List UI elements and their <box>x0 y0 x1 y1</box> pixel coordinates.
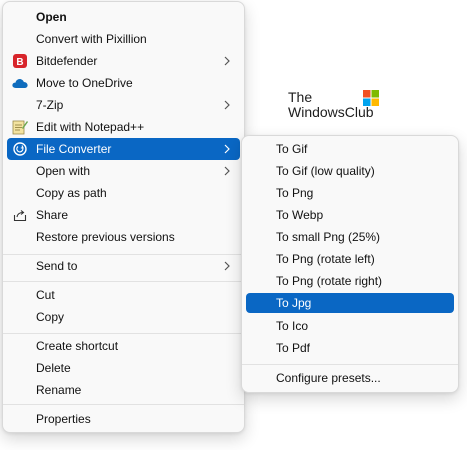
menu-separator <box>3 404 244 405</box>
windows-logo-icon <box>363 90 379 106</box>
submenu-item-label: To Pdf <box>276 341 311 355</box>
context-menu: Open Convert with Pixillion B Bitdefende… <box>2 1 245 433</box>
menu-separator <box>3 281 244 282</box>
submenu-item-label: To Webp <box>276 208 324 222</box>
menu-item-label: Convert with Pixillion <box>36 32 147 46</box>
chevron-right-icon <box>224 166 230 176</box>
menu-item-label: Open <box>36 10 67 24</box>
menu-item-restore-previous-versions[interactable]: Restore previous versions <box>7 226 240 248</box>
submenu-item-to-png-rotate-left[interactable]: To Png (rotate left) <box>246 248 454 270</box>
submenu-item-to-png[interactable]: To Png <box>246 182 454 204</box>
submenu-item-to-gif[interactable]: To Gif <box>246 138 454 160</box>
onedrive-icon <box>12 75 28 91</box>
menu-item-label: Cut <box>36 288 55 302</box>
menu-item-bitdefender[interactable]: B Bitdefender <box>7 50 240 72</box>
menu-item-label: Bitdefender <box>36 54 98 68</box>
menu-item-label: 7-Zip <box>36 98 64 112</box>
menu-separator <box>242 364 458 365</box>
svg-text:B: B <box>16 57 23 68</box>
submenu-item-label: To small Png (25%) <box>276 230 381 244</box>
menu-item-send-to[interactable]: Send to <box>7 255 240 277</box>
menu-item-label: Delete <box>36 361 71 375</box>
submenu-item-label: Configure presets... <box>276 371 381 385</box>
submenu-item-configure-presets[interactable]: Configure presets... <box>246 367 454 389</box>
submenu-item-to-gif-low-quality[interactable]: To Gif (low quality) <box>246 160 454 182</box>
submenu-item-to-png-rotate-right[interactable]: To Png (rotate right) <box>246 270 454 292</box>
menu-item-delete[interactable]: Delete <box>7 357 240 379</box>
chevron-right-icon <box>224 144 230 154</box>
chevron-right-icon <box>224 100 230 110</box>
bitdefender-icon: B <box>12 53 28 69</box>
menu-item-file-converter[interactable]: File Converter <box>7 138 240 160</box>
menu-item-edit-with-notepad[interactable]: Edit with Notepad++ <box>7 116 240 138</box>
menu-item-move-to-onedrive[interactable]: Move to OneDrive <box>7 72 240 94</box>
menu-item-label: Share <box>36 208 69 222</box>
logo-text-line1: The <box>288 89 313 105</box>
chevron-right-icon <box>224 261 230 271</box>
menu-separator <box>3 333 244 334</box>
menu-item-label: Copy as path <box>36 186 107 200</box>
menu-item-label: Create shortcut <box>36 339 119 353</box>
submenu-item-label: To Jpg <box>276 296 312 310</box>
menu-item-copy[interactable]: Copy <box>7 306 240 328</box>
menu-item-label: Send to <box>36 259 78 273</box>
logo-text-line2: WindowsClub <box>288 104 374 120</box>
submenu-item-to-webp[interactable]: To Webp <box>246 204 454 226</box>
submenu-item-label: To Gif <box>276 142 308 156</box>
menu-item-7zip[interactable]: 7-Zip <box>7 94 240 116</box>
menu-item-share[interactable]: Share <box>7 204 240 226</box>
menu-item-create-shortcut[interactable]: Create shortcut <box>7 335 240 357</box>
menu-item-rename[interactable]: Rename <box>7 379 240 401</box>
submenu-item-to-pdf[interactable]: To Pdf <box>246 337 454 359</box>
submenu-item-to-small-png[interactable]: To small Png (25%) <box>246 226 454 248</box>
menu-item-label: File Converter <box>36 142 112 156</box>
submenu-item-label: To Ico <box>276 319 309 333</box>
menu-item-open[interactable]: Open <box>7 6 240 28</box>
menu-item-properties[interactable]: Properties <box>7 408 240 430</box>
submenu-item-to-jpg[interactable]: To Jpg <box>246 293 454 313</box>
menu-item-copy-as-path[interactable]: Copy as path <box>7 182 240 204</box>
chevron-right-icon <box>224 56 230 66</box>
menu-item-label: Open with <box>36 164 91 178</box>
notepad-icon <box>12 119 28 135</box>
thewindowsclub-logo: The WindowsClub <box>288 90 388 122</box>
menu-item-label: Properties <box>36 412 91 426</box>
submenu-item-to-ico[interactable]: To Ico <box>246 315 454 337</box>
submenu-item-label: To Png (rotate right) <box>276 274 383 288</box>
submenu-item-label: To Png (rotate left) <box>276 252 375 266</box>
submenu-item-label: To Gif (low quality) <box>276 164 375 178</box>
menu-item-cut[interactable]: Cut <box>7 284 240 306</box>
menu-item-label: Edit with Notepad++ <box>36 120 145 134</box>
menu-item-label: Rename <box>36 383 82 397</box>
menu-item-label: Move to OneDrive <box>36 76 133 90</box>
menu-item-convert-with-pixillion[interactable]: Convert with Pixillion <box>7 28 240 50</box>
menu-item-label: Copy <box>36 310 65 324</box>
file-converter-submenu: To Gif To Gif (low quality) To Png To We… <box>241 135 459 393</box>
menu-item-label: Restore previous versions <box>36 230 175 244</box>
file-converter-icon <box>12 141 28 157</box>
share-icon <box>12 207 28 223</box>
menu-item-open-with[interactable]: Open with <box>7 160 240 182</box>
submenu-item-label: To Png <box>276 186 314 200</box>
